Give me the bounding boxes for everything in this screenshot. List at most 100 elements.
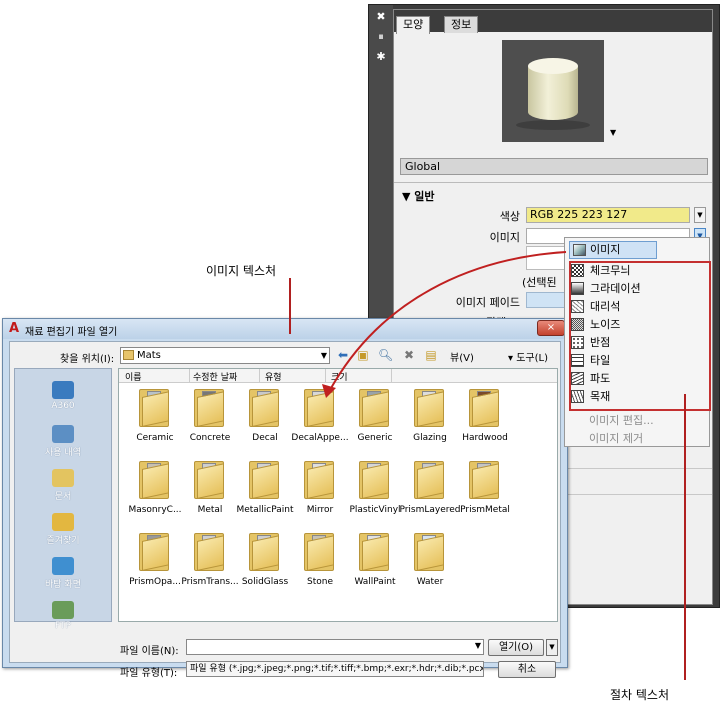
material-swatch-preview[interactable] [502, 40, 604, 142]
place-label: 문서 [54, 492, 72, 502]
selection-hint: (선택된 [522, 276, 557, 289]
autohide-icon[interactable]: ⏸ [375, 31, 387, 43]
open-options-dropdown[interactable]: ▼ [546, 639, 558, 656]
place-desktop[interactable]: 바탕 화면 [15, 553, 111, 597]
delete-icon[interactable]: ✖ [402, 348, 416, 362]
look-in-combobox[interactable]: Mats ▼ [120, 347, 330, 364]
folder-item[interactable]: SolidGlass [235, 533, 295, 599]
column-modified[interactable]: 수정한 날짜 [193, 370, 237, 383]
search-web-icon[interactable]: 🔍︎ [378, 348, 393, 362]
swatch-cylinder [528, 58, 578, 124]
folder-item[interactable]: Decal [235, 389, 295, 455]
folder-item[interactable]: MasonryC... [125, 461, 185, 527]
chevron-down-icon[interactable]: ▼ [475, 641, 481, 650]
menu-item-wave[interactable]: 파도 [570, 370, 704, 388]
back-icon[interactable]: ⬅ [336, 348, 350, 362]
folder-item[interactable]: Generic [345, 389, 405, 455]
section-general-title[interactable]: ▼ 일반 [402, 188, 435, 204]
folder-item[interactable]: Metal [180, 461, 240, 527]
folder-item[interactable]: Ceramic [125, 389, 185, 455]
close-icon[interactable]: ✖ [375, 11, 387, 23]
folder-icon [249, 461, 279, 499]
menu-item-image[interactable]: 이미지 [569, 241, 657, 259]
menu-item-label: 타일 [590, 354, 611, 367]
folder-item[interactable]: Stone [290, 533, 350, 599]
tab-information[interactable]: 정보 [444, 16, 479, 33]
cancel-button[interactable]: 취소 [498, 661, 556, 678]
look-in-value: Mats [137, 350, 161, 361]
history-icon [52, 425, 74, 443]
file-list[interactable]: 이름 수정한 날짜 유형 크기 Ceramic Concrete Decal Deca… [118, 368, 558, 622]
folder-item[interactable]: DecalAppe... [290, 389, 350, 455]
swatch-options-arrow-icon[interactable]: ▼ [610, 128, 616, 137]
column-name[interactable]: 이름 [125, 370, 142, 383]
place-favorites[interactable]: 즐겨찾기 [15, 509, 111, 553]
folder-item[interactable]: Concrete [180, 389, 240, 455]
create-folder-icon[interactable]: ▤ [424, 348, 438, 362]
material-name-field[interactable]: Global [400, 158, 708, 175]
menu-item-gradient[interactable]: 그라데이션 [570, 280, 704, 298]
folder-icon [304, 461, 334, 499]
views-menu[interactable]: 뷰(V) [450, 349, 474, 364]
menu-item-marble[interactable]: 대리석 [570, 298, 704, 316]
properties-icon[interactable]: ✱ [375, 51, 387, 63]
file-name-input[interactable]: ▼ [186, 639, 484, 655]
folder-item[interactable]: Water [400, 533, 460, 599]
documents-icon [52, 469, 74, 487]
speckle-icon [571, 336, 584, 349]
folder-item[interactable]: PrismOpa... [125, 533, 185, 599]
color-dropdown-button[interactable]: ▼ [694, 207, 706, 223]
folder-item[interactable]: Mirror [290, 461, 350, 527]
menu-item-tile[interactable]: 타일 [570, 352, 704, 370]
folder-item[interactable]: PrismMetal [455, 461, 515, 527]
folder-icon [304, 389, 334, 427]
places-sidebar: A360 사용 내역 문서 즐겨찾기 바탕 화면 FTP [14, 368, 112, 631]
place-ftp[interactable]: FTP [15, 597, 111, 641]
place-history[interactable]: 사용 내역 [15, 421, 111, 465]
dialog-content: 찾을 위치(I): Mats ▼ ⬅ ▣ 🔍︎ ✖ ▤ 뷰(V) ▾ 도구(L)… [9, 341, 561, 679]
folder-item[interactable]: Hardwood [455, 389, 515, 455]
place-documents[interactable]: 문서 [15, 465, 111, 509]
color-field[interactable]: RGB 225 223 127 [526, 207, 690, 223]
noise-icon [571, 318, 584, 331]
folder-item[interactable]: PrismTrans... [180, 533, 240, 599]
close-button[interactable]: × [537, 320, 565, 336]
look-in-label: 찾을 위치(I): [60, 354, 115, 365]
folder-item[interactable]: Glazing [400, 389, 460, 455]
menu-item-checker[interactable]: 체크무늬 [570, 262, 704, 280]
file-type-select[interactable]: 파일 유형 (*.jpg;*.jpeg;*.png;*.tif;*.tiff;*… [186, 661, 484, 677]
dialog-titlebar[interactable]: A 재료 편집기 파일 열기 × [3, 319, 567, 339]
callout-procedural-texture-line [684, 394, 686, 680]
place-a360[interactable]: A360 [15, 377, 111, 421]
wave-icon [571, 372, 584, 385]
folder-icon [194, 389, 224, 427]
image-icon [573, 244, 586, 256]
folder-item[interactable]: MetallicPaint [235, 461, 295, 527]
folder-item[interactable]: PlasticVinyl [345, 461, 405, 527]
place-label: A360 [51, 401, 75, 411]
menu-item-label: 파도 [590, 372, 611, 385]
menu-item-label: 반점 [590, 336, 611, 349]
menu-item-label: 대리석 [590, 300, 621, 313]
chevron-down-icon: ▼ [320, 351, 327, 360]
tab-appearance[interactable]: 모양 [396, 16, 431, 34]
color-label: 색상 [499, 210, 520, 223]
folder-icon [414, 461, 444, 499]
menu-item-speckle[interactable]: 반점 [570, 334, 704, 352]
column-size[interactable]: 크기 [331, 370, 348, 383]
folder-icon [304, 533, 334, 571]
folder-icon [139, 461, 169, 499]
open-button[interactable]: 열기(O) [488, 639, 544, 656]
marble-icon [571, 300, 584, 313]
tools-menu[interactable]: ▾ 도구(L) [508, 349, 548, 364]
folder-item[interactable]: WallPaint [345, 533, 405, 599]
folder-icon [123, 350, 134, 360]
column-type[interactable]: 유형 [265, 370, 282, 383]
menu-item-noise[interactable]: 노이즈 [570, 316, 704, 334]
callout-image-texture-line [289, 278, 291, 334]
place-label: 즐겨찾기 [46, 536, 80, 546]
desktop-icon [52, 557, 74, 575]
folder-item[interactable]: PrismLayered [399, 461, 461, 527]
gradient-icon [571, 282, 584, 295]
up-folder-icon[interactable]: ▣ [356, 348, 370, 362]
